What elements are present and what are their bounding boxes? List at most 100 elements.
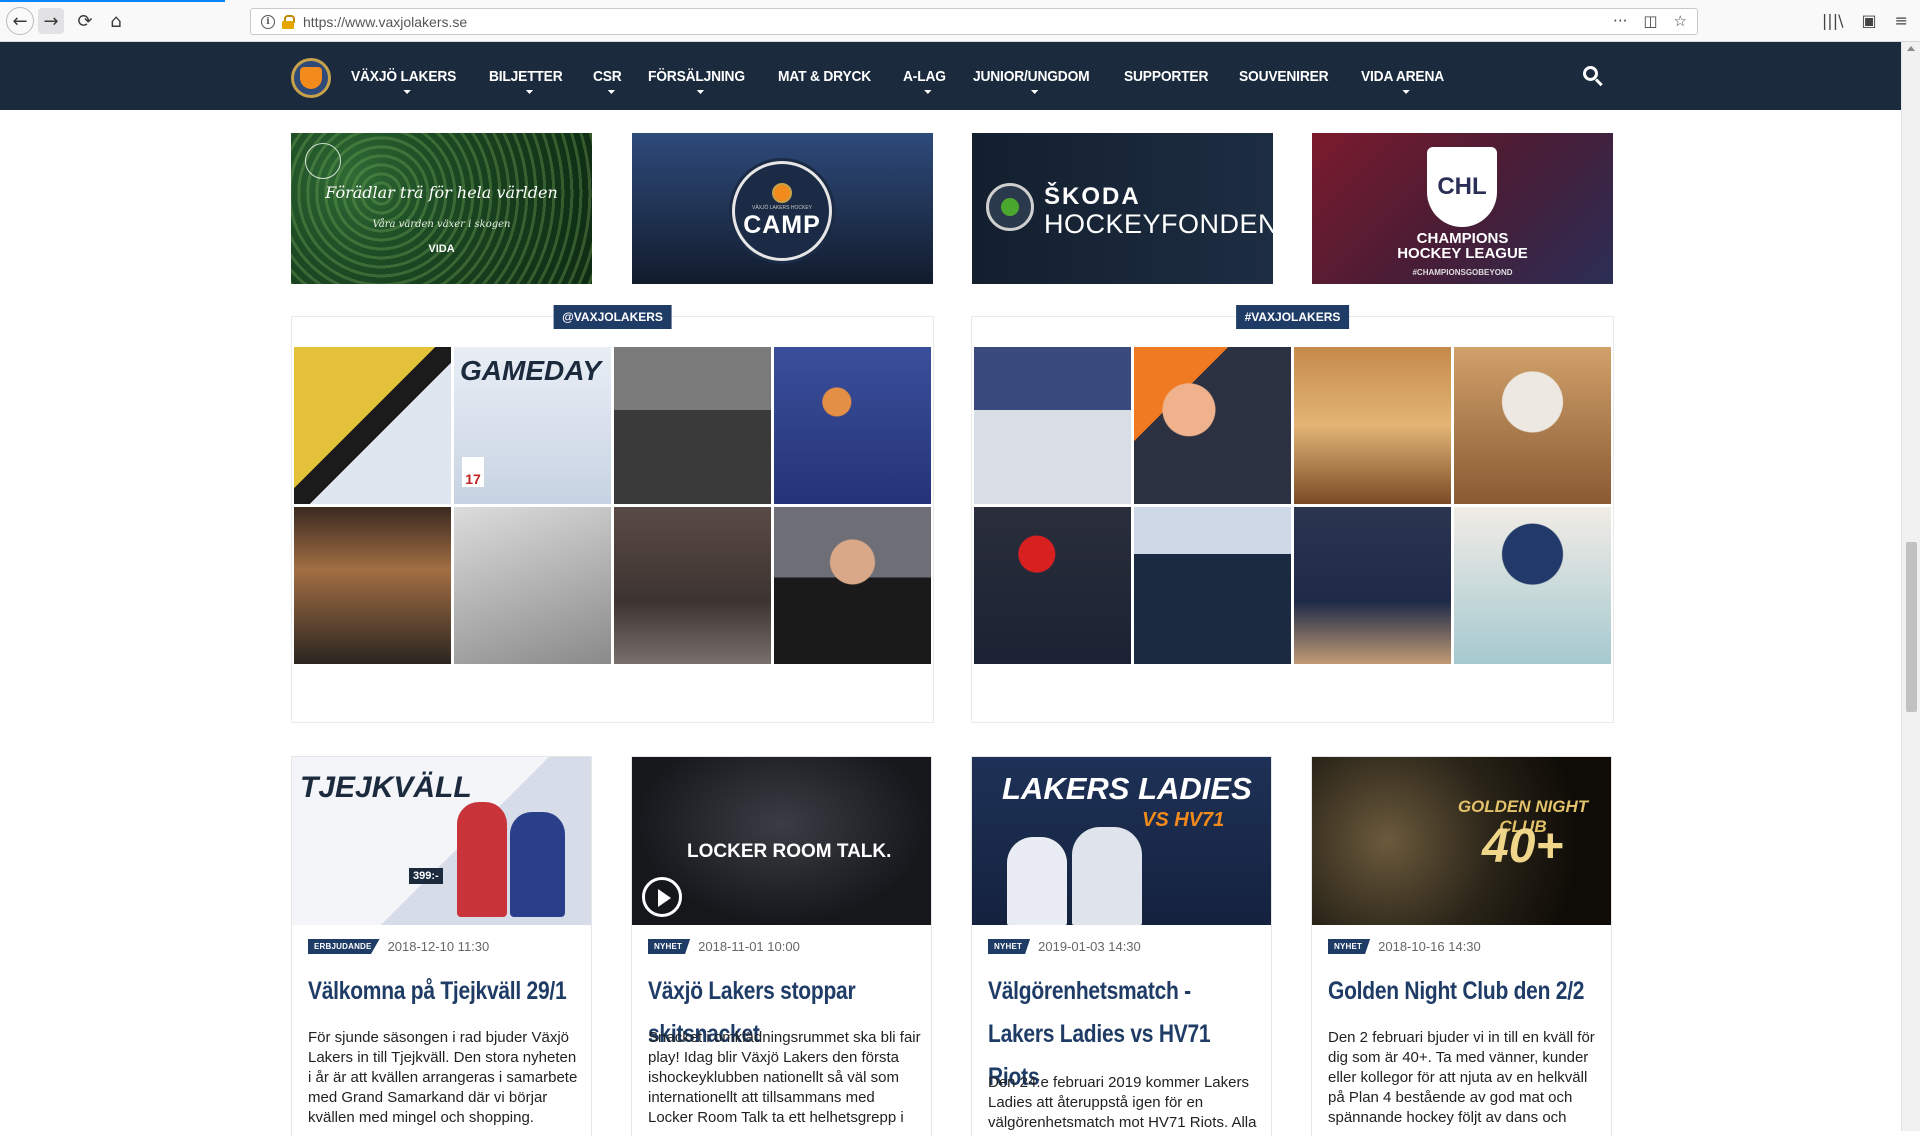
feed-photo[interactable] [1294, 347, 1451, 504]
skoda-fund: HOCKEYFONDEN [1044, 209, 1273, 239]
site-info-icon[interactable]: i [261, 14, 275, 29]
article-tag[interactable]: ERBJUDANDE [308, 939, 380, 954]
article-image[interactable]: LOCKER ROOM TALK. [632, 757, 931, 925]
feed-photo[interactable] [454, 507, 611, 664]
lakers-crest-icon [772, 182, 792, 203]
library-icon[interactable]: |||\ [1822, 11, 1844, 30]
sponsor-banner-camp[interactable]: VÄXJÖ LAKERS HOCKEY CAMP [632, 133, 933, 284]
nav-item-vida-arena[interactable]: VIDA ARENA [1361, 68, 1444, 94]
back-icon[interactable]: ← [6, 7, 34, 35]
article-image-title: LAKERS LADIES [1002, 771, 1252, 806]
sponsor-banner-skoda[interactable]: ŠKODA HOCKEYFONDEN [972, 133, 1273, 284]
article-excerpt: För sjunde säsongen i rad bjuder Växjö L… [308, 1029, 578, 1126]
skoda-logo-icon [986, 183, 1034, 231]
chl-shield-icon: CHL [1427, 147, 1497, 227]
browser-toolbar: ← → ⟳ ⌂ i https://www.vaxjolakers.se ···… [0, 0, 1920, 42]
feed-label-hashtag[interactable]: #VAXJOLAKERS [1235, 305, 1350, 329]
nav-item-souvenirer[interactable]: SOUVENIRER [1239, 68, 1329, 85]
url-bar[interactable]: i https://www.vaxjolakers.se ··· ◫ ☆ [250, 8, 1698, 35]
feed-photo[interactable] [1454, 347, 1611, 504]
play-video-icon[interactable] [642, 877, 682, 917]
feed-photo[interactable] [1134, 347, 1291, 504]
sponsor-banner-vida[interactable]: Förädlar trä för hela världen Våra värde… [291, 133, 592, 284]
search-icon[interactable] [1583, 66, 1603, 87]
player-blue [510, 812, 565, 917]
nav-item-försäljning[interactable]: FÖRSÄLJNING [648, 68, 745, 94]
feed-photo[interactable] [614, 507, 771, 664]
article-date: 2018-10-16 14:30 [1378, 939, 1481, 954]
article-card[interactable]: GOLDEN NIGHT CLUB 40+ NYHET 2018-10-16 1… [1311, 756, 1612, 1136]
vida-logo: VIDA [428, 243, 455, 255]
lock-icon[interactable] [281, 14, 295, 29]
feed-photo[interactable] [294, 507, 451, 664]
gameday-caption: GAMEDAY [460, 355, 602, 386]
feed-photo[interactable] [774, 347, 931, 504]
camp-word: CAMP [743, 210, 821, 239]
article-image[interactable]: TJEJKVÄLL 399:- [292, 757, 591, 925]
active-tab-indicator [0, 0, 225, 2]
home-icon[interactable]: ⌂ [103, 8, 129, 34]
article-tag[interactable]: NYHET [648, 939, 691, 954]
badge-icon [305, 143, 341, 179]
menu-icon[interactable]: ≡ [1895, 11, 1908, 30]
feed-photo[interactable] [1294, 507, 1451, 664]
sidebar-icon[interactable]: ▣ [1861, 11, 1876, 30]
article-tag[interactable]: NYHET [988, 939, 1031, 954]
article-card[interactable]: LOCKER ROOM TALK. NYHET 2018-11-01 10:00… [631, 756, 932, 1136]
article-card[interactable]: TJEJKVÄLL 399:- ERBJUDANDE 2018-12-10 11… [291, 756, 592, 1136]
nav-item-supporter[interactable]: SUPPORTER [1124, 68, 1208, 85]
site-header: VÄXJÖ LAKERS BILJETTER CSR FÖRSÄLJNING MAT &… [0, 42, 1901, 110]
logo-shield-icon [300, 67, 322, 89]
nav-item-mat-dryck[interactable]: MAT & DRYCK [778, 68, 871, 85]
feed-photo[interactable] [614, 347, 771, 504]
page-scrollbar[interactable] [1901, 42, 1920, 1131]
article-card[interactable]: LAKERS LADIES VS HV71 NYHET 2019-01-03 1… [971, 756, 1272, 1136]
article-title[interactable]: Välkomna på Tjejkväll 29/1 [308, 970, 583, 1013]
pocket-icon[interactable]: ◫ [1643, 12, 1657, 30]
reload-icon[interactable]: ⟳ [72, 8, 98, 34]
article-excerpt: Den 2 februari bjuder vi in till en kväl… [1328, 1029, 1595, 1126]
article-date: 2019-01-03 14:30 [1038, 939, 1141, 954]
article-image-title: LOCKER ROOM TALK. [687, 841, 892, 862]
sponsor-banner-chl[interactable]: CHL CHAMPIONS HOCKEY LEAGUE #CHAMPIONSGOB… [1312, 133, 1613, 284]
url-text[interactable]: https://www.vaxjolakers.se [303, 14, 467, 30]
nav-item-junior-ungdom[interactable]: JUNIOR/UNGDOM [973, 68, 1090, 94]
nav-item-csr[interactable]: CSR [593, 68, 622, 94]
chl-badge-text: CHL [1437, 173, 1487, 200]
scroll-thumb[interactable] [1906, 542, 1917, 712]
chl-name: CHAMPIONS HOCKEY LEAGUE [1312, 231, 1613, 261]
article-excerpt: Snacket i omklädningsrummet ska bli fair… [648, 1029, 921, 1126]
article-image-subtitle: VS HV71 [1142, 809, 1225, 831]
nav-item-växjö-lakers[interactable]: VÄXJÖ LAKERS [351, 68, 456, 94]
club-logo[interactable] [291, 58, 331, 98]
scroll-up-icon[interactable] [1907, 46, 1915, 51]
article-tag[interactable]: NYHET [1328, 939, 1371, 954]
feed-photo[interactable] [974, 507, 1131, 664]
nav-item-biljetter[interactable]: BILJETTER [489, 68, 563, 94]
forward-icon[interactable]: → [38, 8, 64, 34]
instagram-feed-account: @VAXJOLAKERS GAMEDAY 17 [291, 305, 934, 723]
feed-photo[interactable] [1134, 507, 1291, 664]
nav-item-a-lag[interactable]: A-LAG [903, 68, 946, 94]
feed-photo[interactable] [774, 507, 931, 664]
banner-title: Förädlar trä för hela världen [325, 183, 558, 202]
article-image[interactable]: LAKERS LADIES VS HV71 [972, 757, 1271, 925]
bookmark-star-icon[interactable]: ☆ [1674, 12, 1687, 30]
feed-photo[interactable] [974, 347, 1131, 504]
article-meta: NYHET 2018-11-01 10:00 [648, 939, 800, 954]
article-image-title: TJEJKVÄLL [300, 771, 472, 804]
article-excerpt: Den 24:e februari 2019 kommer Lakers Lad… [988, 1074, 1257, 1131]
article-image[interactable]: GOLDEN NIGHT CLUB 40+ [1312, 757, 1611, 925]
player-red [457, 802, 507, 917]
price-badge: 399:- [409, 868, 443, 884]
skoda-brand: ŠKODA [1044, 183, 1141, 210]
feed-label-account[interactable]: @VAXJOLAKERS [553, 305, 672, 329]
article-date: 2018-12-10 11:30 [387, 939, 490, 954]
page-actions-icon[interactable]: ··· [1613, 12, 1627, 30]
article-title[interactable]: Golden Night Club den 2/2 [1328, 970, 1603, 1013]
player-left [1007, 837, 1067, 925]
feed-photo[interactable] [294, 347, 451, 504]
feed-photo[interactable] [1454, 507, 1611, 664]
article-meta: NYHET 2019-01-03 14:30 [988, 939, 1141, 954]
feed-photo[interactable]: GAMEDAY 17 [454, 347, 611, 504]
